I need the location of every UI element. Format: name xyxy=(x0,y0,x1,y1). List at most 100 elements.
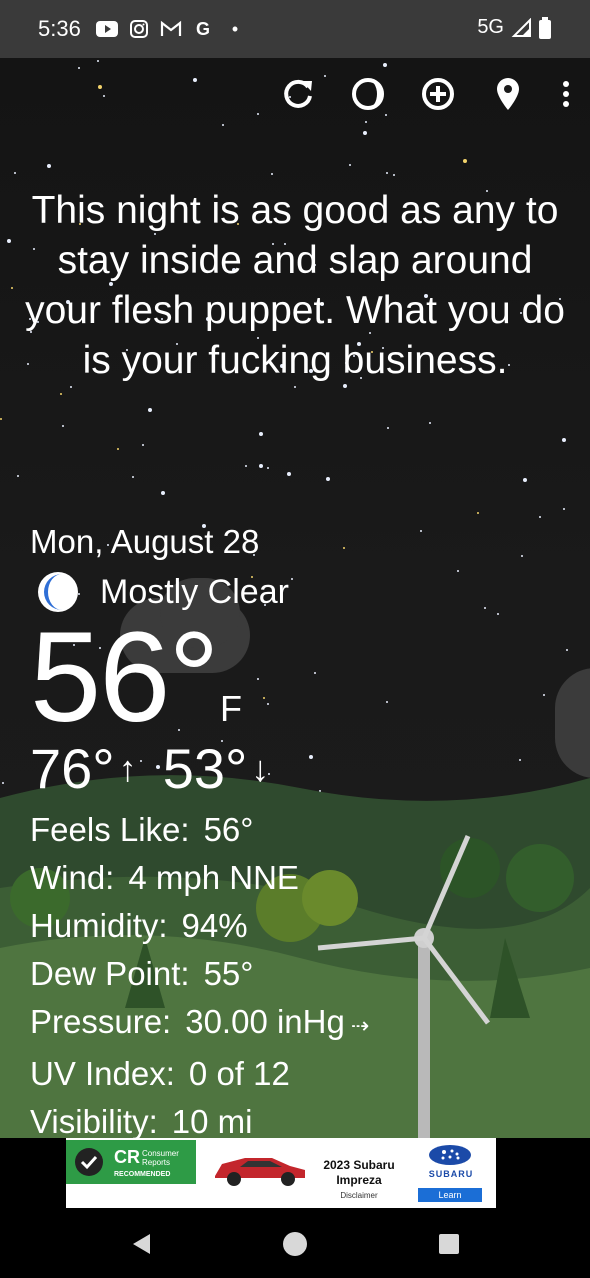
star xyxy=(17,475,19,477)
weather-headline: This night is as good as any to stay ins… xyxy=(25,189,565,382)
star xyxy=(103,95,105,97)
star xyxy=(349,164,351,166)
star xyxy=(387,427,389,429)
star xyxy=(161,491,165,495)
star xyxy=(363,131,367,135)
youtube-icon xyxy=(96,18,118,40)
star xyxy=(222,124,224,126)
home-icon[interactable] xyxy=(282,1231,308,1257)
star xyxy=(263,697,265,699)
notification-icons: G • xyxy=(96,18,246,40)
star xyxy=(70,386,72,388)
current-temperature: 56° xyxy=(30,606,220,749)
star xyxy=(11,287,13,289)
star xyxy=(267,703,269,705)
arrow-down-icon: ↓ xyxy=(251,747,270,789)
moon-phase-icon[interactable] xyxy=(350,76,386,112)
ad-banner[interactable]: CR Consumer Reports RECOMMENDED 2023 Sub… xyxy=(66,1138,496,1208)
star xyxy=(62,425,64,427)
temperature-unit: F xyxy=(220,688,242,729)
star xyxy=(521,555,523,557)
weather-details: Feels Like: 56° Wind: 4 mph NNE Humidity: 9… xyxy=(30,806,369,1146)
detail-dew-point: Dew Point: 55° xyxy=(30,955,254,992)
refresh-icon[interactable] xyxy=(280,76,316,112)
high-low: 76° ↑ 53° ↓ xyxy=(30,736,295,801)
star xyxy=(484,607,486,609)
star xyxy=(60,393,62,395)
star xyxy=(78,67,80,69)
car-image xyxy=(215,1158,305,1186)
star xyxy=(543,694,545,696)
status-bar: 5:36 G • 5G xyxy=(0,0,590,58)
star xyxy=(294,386,296,388)
dot-icon: • xyxy=(231,18,239,39)
weather-app-screen: 5:36 G • 5G This night is as good as any… xyxy=(0,0,590,1278)
star xyxy=(566,649,568,651)
detail-pressure: Pressure: 30.00 inHg ⇢ xyxy=(30,1003,370,1040)
high-temp: 76° xyxy=(30,737,115,800)
star xyxy=(259,464,263,468)
star xyxy=(393,174,395,176)
star xyxy=(383,63,387,67)
star xyxy=(142,444,144,446)
pressure-steady-icon: ⇢ xyxy=(350,1013,370,1038)
arrow-up-icon: ↑ xyxy=(118,747,137,789)
star xyxy=(14,172,16,174)
star xyxy=(497,613,499,615)
recents-icon[interactable] xyxy=(438,1233,460,1255)
star xyxy=(7,239,11,243)
star xyxy=(132,476,134,478)
star xyxy=(477,512,479,514)
detail-wind: Wind: 4 mph NNE xyxy=(30,859,299,896)
star xyxy=(420,530,422,532)
add-location-icon[interactable] xyxy=(420,76,456,112)
status-time: 5:36 xyxy=(38,16,81,41)
star xyxy=(0,418,2,420)
star xyxy=(457,570,459,572)
star xyxy=(563,508,565,510)
cr-badge: CR Consumer Reports RECOMMENDED xyxy=(66,1140,196,1184)
star xyxy=(523,478,527,482)
detail-feels-like: Feels Like: 56° xyxy=(30,811,254,848)
star xyxy=(267,467,269,469)
network-type: 5G xyxy=(477,16,504,38)
star xyxy=(343,547,345,549)
star xyxy=(386,172,388,174)
battery-icon xyxy=(539,16,551,39)
star xyxy=(245,465,247,467)
star xyxy=(97,60,99,62)
ad-disclaimer[interactable]: Disclaimer xyxy=(314,1191,404,1200)
back-icon[interactable] xyxy=(130,1232,154,1256)
star xyxy=(148,408,152,412)
google-icon: G xyxy=(195,18,210,39)
star xyxy=(287,472,291,476)
toolbar xyxy=(280,76,572,112)
star xyxy=(326,477,330,481)
star xyxy=(271,173,273,175)
star xyxy=(291,578,293,580)
star xyxy=(257,113,259,115)
detail-humidity: Humidity: 94% xyxy=(30,907,248,944)
forecast-date: Mon, August 28 xyxy=(30,523,260,560)
star xyxy=(429,422,431,424)
star xyxy=(539,516,541,518)
detail-uv-index: UV Index: 0 of 12 xyxy=(30,1055,290,1092)
more-vert-icon[interactable] xyxy=(560,76,572,112)
location-pin-icon[interactable] xyxy=(490,76,526,112)
learn-button[interactable]: Learn xyxy=(418,1188,482,1202)
star xyxy=(47,164,51,168)
instagram-icon xyxy=(128,18,150,40)
status-right: 5G xyxy=(477,16,552,39)
star xyxy=(365,121,367,123)
star xyxy=(98,85,102,89)
star xyxy=(386,701,388,703)
check-icon xyxy=(75,1148,103,1176)
low-temp: 53° xyxy=(162,737,248,800)
star xyxy=(117,448,119,450)
gmail-icon xyxy=(160,18,182,40)
star xyxy=(562,438,566,442)
star xyxy=(193,78,197,82)
navigation-bar xyxy=(0,1210,590,1278)
star xyxy=(314,672,316,674)
star xyxy=(259,432,263,436)
